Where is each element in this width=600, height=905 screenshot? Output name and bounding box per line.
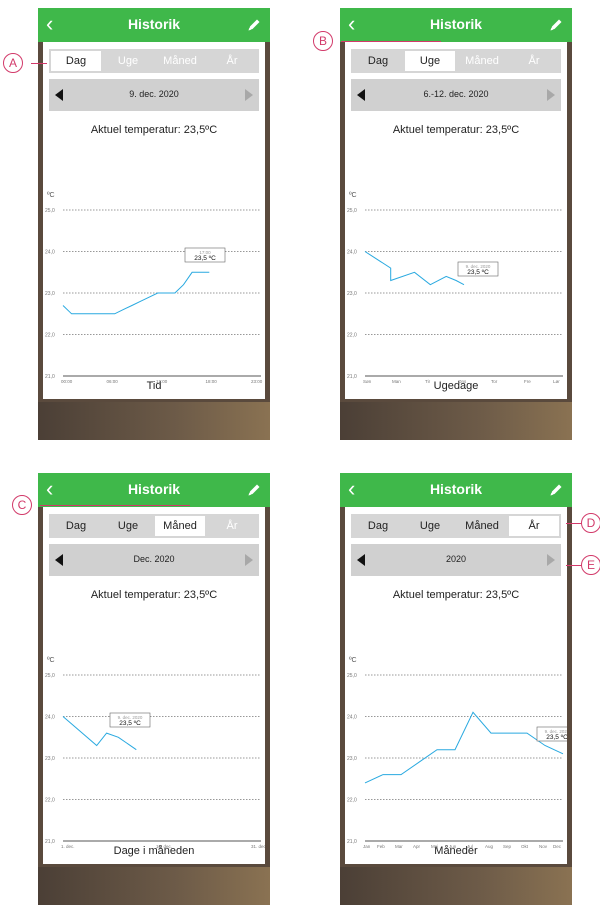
- y-tick-label: 24,0: [347, 250, 357, 256]
- value-tooltip: 9. dec. 202023,5 ºC: [536, 726, 567, 742]
- x-tick-label: 1. dec.: [61, 844, 75, 849]
- phone-screen: ‹ Historik Dag Uge Måned År 6.-12. dec. 202…: [340, 8, 572, 440]
- x-tick-label: 31. dec.: [251, 844, 265, 849]
- value-tooltip: 9. dec. 202023,5 ºC: [109, 712, 151, 728]
- x-tick-label: Lør: [553, 379, 560, 384]
- page-title: Historik: [429, 16, 483, 32]
- y-axis-unit: ºC: [47, 192, 55, 199]
- temperature-series-line: [364, 251, 465, 286]
- svg-text:23,5 ºC: 23,5 ºC: [194, 255, 216, 262]
- history-card: Dag Uge Måned År 2020 Aktuel temperatur: 23…: [345, 507, 567, 864]
- temperature-chart: ºC 25,0 24,0 23,0 22,0 21,0 1. dec. 10. dec. 31.…: [45, 657, 265, 849]
- y-tick-label: 23,0: [347, 291, 357, 297]
- x-tick-label: 06:00: [107, 379, 119, 384]
- y-tick-label: 25,0: [347, 673, 357, 679]
- callout-line: [31, 63, 47, 64]
- svg-text:23,5 ºC: 23,5 ºC: [119, 720, 141, 727]
- y-tick-label: 25,0: [45, 208, 55, 214]
- y-axis-unit: ºC: [349, 657, 357, 664]
- y-tick-label: 23,0: [347, 756, 357, 762]
- x-tick-label: Maj: [431, 844, 438, 849]
- y-tick-label: 25,0: [347, 208, 357, 214]
- callout-marker: A: [3, 53, 23, 73]
- x-tick-label: 10. dec.: [156, 844, 172, 849]
- x-tick-label: Sep: [503, 844, 512, 849]
- x-tick-label: Mar: [395, 844, 403, 849]
- y-tick-label: 24,0: [45, 715, 55, 721]
- y-tick-label: 21,0: [347, 839, 357, 845]
- edit-pencil-icon[interactable]: [548, 17, 564, 33]
- app-header: ‹ Historik: [340, 8, 572, 42]
- temperature-chart: ºC 25,0 24,0 23,0 22,0 21,0 00:00 06:00 12:00 18:…: [45, 192, 263, 384]
- app-header: ‹ Historik: [340, 473, 572, 507]
- x-tick-label: 12:00: [156, 379, 168, 384]
- page-title: Historik: [127, 481, 181, 497]
- callout-line: [566, 565, 582, 566]
- x-tick-label: Tir: [425, 379, 431, 384]
- x-tick-label: 00:00: [61, 379, 73, 384]
- callout-marker: D: [581, 513, 600, 533]
- y-tick-label: 22,0: [347, 333, 357, 339]
- edit-pencil-icon[interactable]: [246, 482, 262, 498]
- x-tick-label: Okt: [521, 844, 529, 849]
- y-tick-label: 22,0: [45, 333, 55, 339]
- x-tick-label: 18:00: [206, 379, 218, 384]
- phone-screen: ‹ Historik Dag Uge Måned År 9. dec. 2020 Ak…: [38, 8, 270, 440]
- svg-text:23,5 ºC: 23,5 ºC: [546, 734, 567, 741]
- y-tick-label: 25,0: [45, 673, 55, 679]
- x-tick-label: Dec: [553, 844, 562, 849]
- value-tooltip: 17:0023,5 ºC: [184, 247, 226, 263]
- history-card: Dag Uge Måned År Dec. 2020 Aktuel temperatu…: [43, 507, 265, 864]
- temperature-chart: ºC 25,0 24,0 23,0 22,0 21,0 Jan Feb Mar Apr Maj Jun…: [347, 657, 567, 849]
- x-tick-label: Apr: [413, 844, 421, 849]
- y-tick-label: 22,0: [347, 798, 357, 804]
- y-tick-label: 21,0: [347, 374, 357, 380]
- phone-screen: ‹ Historik Dag Uge Måned År 2020 Aktuel tem…: [340, 473, 572, 905]
- history-card: Dag Uge Måned År 6.-12. dec. 2020 Aktuel te…: [345, 42, 567, 399]
- history-card: Dag Uge Måned År 9. dec. 2020 Aktuel temper…: [43, 42, 265, 399]
- x-tick-label: Søn: [363, 379, 372, 384]
- x-tick-label: Fre: [524, 379, 531, 384]
- x-tick-label: Aug: [485, 844, 494, 849]
- x-tick-label: Ons: [458, 379, 467, 384]
- callout-line: [566, 523, 582, 524]
- y-tick-label: 21,0: [45, 374, 55, 380]
- x-tick-label: 23:00: [251, 379, 263, 384]
- temperature-series-line: [364, 711, 564, 784]
- y-tick-label: 23,0: [45, 291, 55, 297]
- x-tick-label: Man: [392, 379, 401, 384]
- y-axis-unit: ºC: [349, 192, 357, 199]
- x-tick-label: Feb: [377, 844, 385, 849]
- y-tick-label: 23,0: [45, 756, 55, 762]
- x-tick-label: Jul: [467, 844, 473, 849]
- page-title: Historik: [127, 16, 181, 32]
- page-title: Historik: [429, 481, 483, 497]
- callout-marker: E: [581, 555, 600, 575]
- svg-text:23,5 ºC: 23,5 ºC: [467, 269, 489, 276]
- callout-line: [40, 505, 190, 506]
- edit-pencil-icon[interactable]: [246, 17, 262, 33]
- app-header: ‹ Historik: [38, 8, 270, 42]
- callout-marker: B: [313, 31, 333, 51]
- y-tick-label: 24,0: [45, 250, 55, 256]
- phone-screen: ‹ Historik Dag Uge Måned År Dec. 2020 Aktue…: [38, 473, 270, 905]
- callout-line: [341, 41, 441, 42]
- value-tooltip: 9. dec. 202023,5 ºC: [457, 261, 499, 277]
- y-tick-label: 24,0: [347, 715, 357, 721]
- x-tick-label: Tor: [491, 379, 498, 384]
- x-tick-label: Nov: [539, 844, 548, 849]
- temperature-chart: ºC 25,0 24,0 23,0 22,0 21,0 Søn Man Tir Ons Tor Fre…: [347, 192, 563, 384]
- edit-pencil-icon[interactable]: [548, 482, 564, 498]
- callout-marker: C: [12, 495, 32, 515]
- x-tick-label: Jan: [363, 844, 371, 849]
- x-tick-label: Jun: [449, 844, 457, 849]
- y-tick-label: 22,0: [45, 798, 55, 804]
- app-header: ‹ Historik: [38, 473, 270, 507]
- y-tick-label: 21,0: [45, 839, 55, 845]
- y-axis-unit: ºC: [47, 657, 55, 664]
